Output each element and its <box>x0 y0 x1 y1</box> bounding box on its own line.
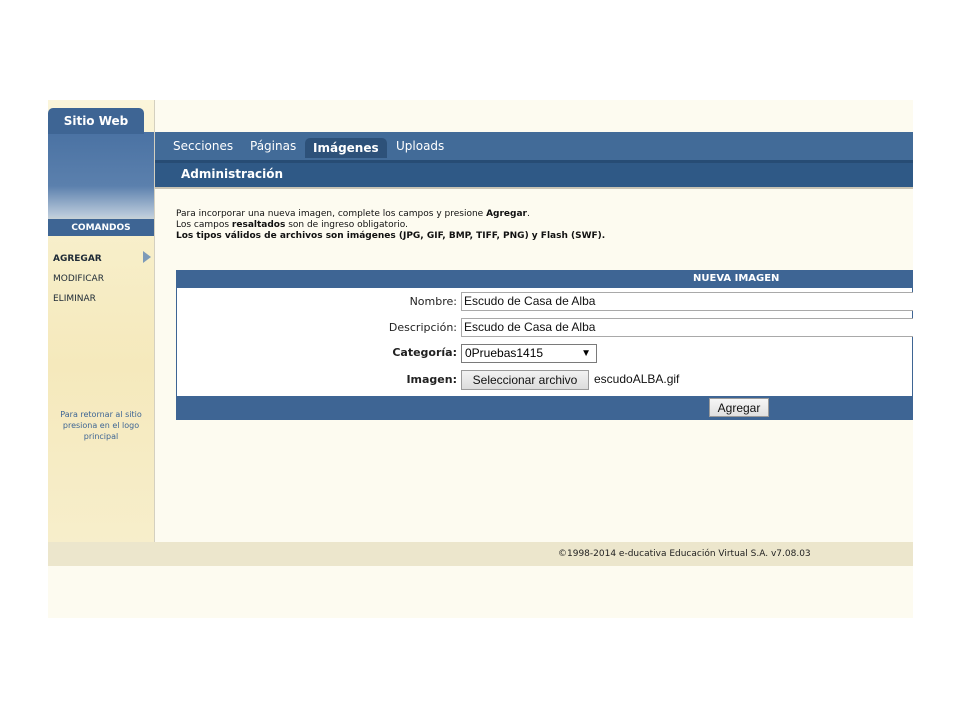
form-footer: Agregar <box>176 396 913 420</box>
instructions-line-3: Los tipos válidos de archivos son imágen… <box>176 231 606 241</box>
categoria-select[interactable]: 0Pruebas1415 ▼ <box>461 344 597 363</box>
copyright-text: ©1998-2014 e-ducativa Educación Virtual … <box>558 549 811 559</box>
descripcion-input[interactable]: Escudo de Casa de Alba <box>461 318 913 337</box>
new-image-form: Nombre: Escudo de Casa de Alba Descripci… <box>176 288 913 396</box>
imagen-label: Imagen: <box>406 373 457 386</box>
commands-header: COMANDOS <box>48 219 154 236</box>
sidebar-gradient <box>48 132 154 230</box>
section-bar: Administración <box>155 163 913 187</box>
site-tab[interactable]: Sitio Web <box>48 108 144 134</box>
nombre-input[interactable]: Escudo de Casa de Alba <box>461 292 913 311</box>
agregar-button[interactable]: Agregar <box>709 398 769 417</box>
tab-uploads[interactable]: Uploads <box>396 132 444 160</box>
select-file-button[interactable]: Seleccionar archivo <box>461 370 589 390</box>
top-nav: Secciones Páginas Imágenes Uploads <box>155 132 913 160</box>
command-agregar[interactable]: AGREGAR <box>53 254 102 264</box>
categoria-label: Categoría: <box>392 346 457 359</box>
form-header: NUEVA IMAGEN <box>176 270 913 288</box>
selected-file-name: escudoALBA.gif <box>594 372 680 386</box>
tab-imagenes[interactable]: Imágenes <box>305 138 387 158</box>
dropdown-arrow-icon: ▼ <box>581 348 591 359</box>
command-modificar[interactable]: MODIFICAR <box>53 274 104 284</box>
nombre-label: Nombre: <box>409 295 457 308</box>
app-frame: Sitio Web COMANDOS AGREGAR MODIFICAR ELI… <box>48 100 913 618</box>
active-arrow-icon <box>143 251 151 263</box>
section-title: Administración <box>181 167 284 181</box>
sidebar: Sitio Web COMANDOS AGREGAR MODIFICAR ELI… <box>48 100 154 542</box>
section-divider <box>155 187 913 189</box>
command-eliminar[interactable]: ELIMINAR <box>53 294 96 304</box>
form-title: NUEVA IMAGEN <box>693 273 780 284</box>
page-footer: ©1998-2014 e-ducativa Educación Virtual … <box>48 542 913 566</box>
tab-secciones[interactable]: Secciones <box>173 132 233 160</box>
instructions-line-1: Para incorporar una nueva imagen, comple… <box>176 209 530 219</box>
descripcion-label: Descripción: <box>388 321 457 334</box>
categoria-value: 0Pruebas1415 <box>465 346 544 360</box>
instructions: Para incorporar una nueva imagen, comple… <box>176 209 605 242</box>
instructions-line-2: Los campos resaltados son de ingreso obl… <box>176 220 408 230</box>
tab-paginas[interactable]: Páginas <box>250 132 296 160</box>
sidebar-note: Para retornar al sitio presiona en el lo… <box>60 410 142 441</box>
